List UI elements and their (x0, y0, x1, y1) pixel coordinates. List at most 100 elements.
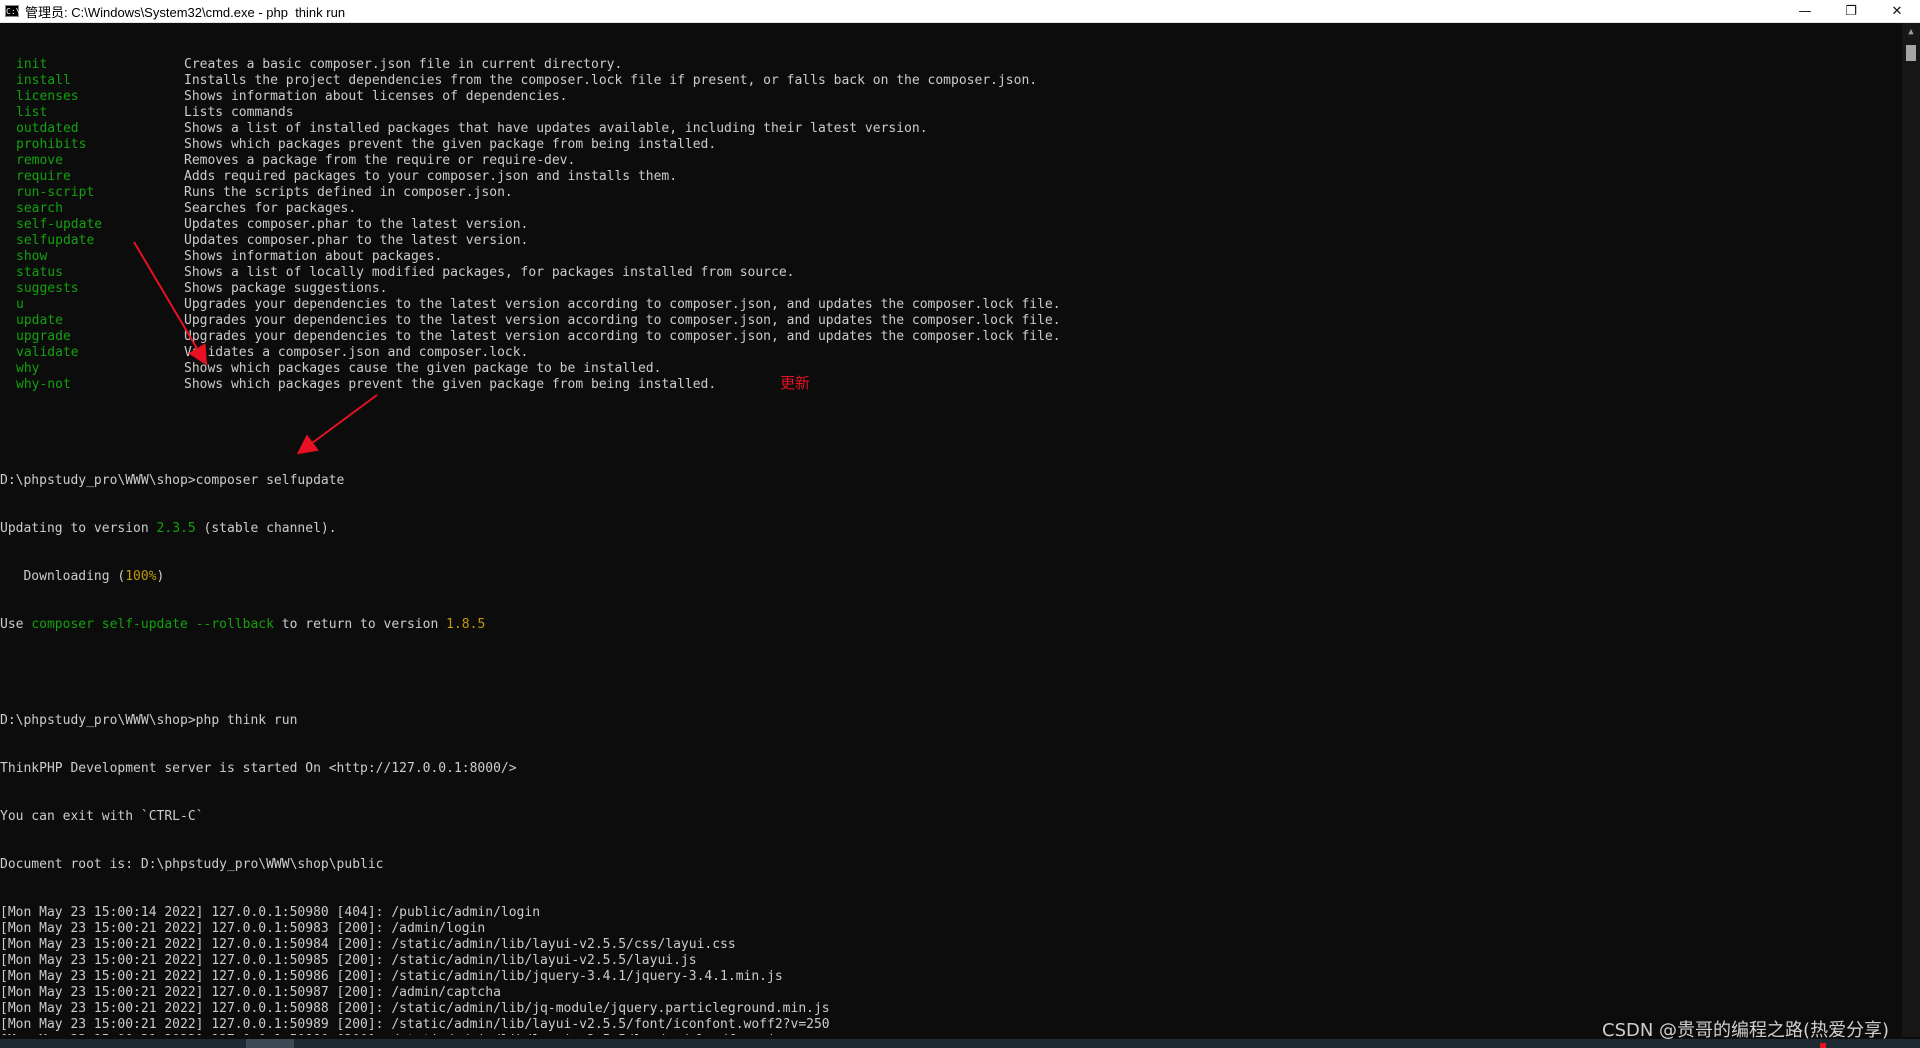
exit-hint-line: You can exit with `CTRL-C` (0, 809, 204, 824)
command-row: why Shows which packages cause the given … (0, 361, 1902, 377)
scrollbar-thumb[interactable] (1906, 45, 1916, 61)
taskbar-edge (0, 1039, 1920, 1048)
command-description: Shows package suggestions. (184, 281, 388, 296)
command-row: show Shows information about packages. (0, 249, 1902, 265)
downloading-prefix: Downloading ( (0, 569, 126, 584)
command-description: Lists commands (184, 105, 294, 120)
download-percent: 100% (125, 569, 157, 584)
command-name: upgrade (16, 329, 71, 344)
command-name: why-not (16, 377, 71, 392)
command-row: outdated Shows a list of installed packag… (0, 121, 1902, 137)
command-description: Validates a composer.json and composer.l… (184, 345, 529, 360)
scroll-up-arrow-icon[interactable]: ▲ (1902, 23, 1920, 41)
updating-line: Updating to version 2.3.5 (stable channe… (0, 521, 1902, 537)
rollback-hint-line: Use composer self-update --rollback to r… (0, 617, 1902, 633)
command-row: selfupdate Updates composer.phar to the l… (0, 233, 1902, 249)
command-name: install (16, 73, 71, 88)
command-description: Updates composer.phar to the latest vers… (184, 217, 529, 232)
downloading-line: Downloading (100%) (0, 569, 1902, 585)
command-description: Upgrades your dependencies to the latest… (184, 313, 1061, 328)
rollback-command: composer self-update --rollback (31, 617, 274, 632)
command-row: why-not Shows which packages prevent the … (0, 377, 1902, 393)
command-description: Creates a basic composer.json file in cu… (184, 57, 623, 72)
command-row: validate Validates a composer.json and co… (0, 345, 1902, 361)
command-row: status Shows a list of locally modified p… (0, 265, 1902, 281)
command-name: u (16, 297, 24, 312)
command-row: init Creates a basic composer.json file i… (0, 57, 1902, 73)
command-name: suggests (16, 281, 79, 296)
notification-dot (1820, 1043, 1826, 1048)
command-row: list Lists commands (0, 105, 1902, 121)
server-started-line: ThinkPHP Development server is started O… (0, 761, 517, 776)
command-description: Shows which packages cause the given pac… (184, 361, 662, 376)
command-description: Upgrades your dependencies to the latest… (184, 297, 1061, 312)
close-button[interactable]: ✕ (1874, 0, 1920, 22)
composer-command-list: init Creates a basic composer.json file i… (0, 57, 1902, 393)
log-line: [Mon May 23 15:00:21 2022] 127.0.0.1:509… (0, 969, 783, 984)
command-name: show (16, 249, 48, 264)
command-description: Updates composer.phar to the latest vers… (184, 233, 529, 248)
annotation-note: 更新 (780, 374, 811, 392)
command-description: Runs the scripts defined in composer.jso… (184, 185, 513, 200)
downloading-suffix: ) (156, 569, 165, 584)
log-line: [Mon May 23 15:00:14 2022] 127.0.0.1:509… (0, 905, 541, 920)
command-name: run-script (16, 185, 95, 200)
command-row: run-script Runs the scripts defined in co… (0, 185, 1902, 201)
command-name: selfupdate (16, 233, 95, 248)
command-name: status (16, 265, 63, 280)
terminal-output[interactable]: init Creates a basic composer.json file i… (0, 25, 1902, 1035)
new-version: 2.3.5 (156, 521, 196, 536)
command-name: update (16, 313, 63, 328)
restore-button[interactable]: ❐ (1828, 0, 1874, 22)
command-row: update Upgrades your dependencies to the … (0, 313, 1902, 329)
vertical-scrollbar[interactable]: ▲ (1902, 23, 1920, 1037)
command-row: self-update Updates composer.phar to the … (0, 217, 1902, 233)
window-controls: — ❐ ✕ (1782, 0, 1920, 22)
command-row: remove Removes a package from the require… (0, 153, 1902, 169)
command-row: require Adds required packages to your co… (0, 169, 1902, 185)
command-name: validate (16, 345, 79, 360)
command-row: u Upgrades your dependencies to the lates… (0, 297, 1902, 313)
command-description: Shows a list of locally modified package… (184, 265, 795, 280)
old-version: 1.8.5 (446, 617, 486, 632)
taskbar-active-app[interactable] (246, 1039, 294, 1048)
command-name: remove (16, 153, 63, 168)
command-row: upgrade Upgrades your dependencies to the… (0, 329, 1902, 345)
command-name: list (16, 105, 48, 120)
command-description: Searches for packages. (184, 201, 357, 216)
command-row: prohibits Shows which packages prevent th… (0, 137, 1902, 153)
command-description: Removes a package from the require or re… (184, 153, 576, 168)
updating-prefix: Updating to version (0, 521, 157, 536)
updating-suffix: (stable channel). (195, 521, 337, 536)
command-row: search Searches for packages. (0, 201, 1902, 217)
command-name: require (16, 169, 71, 184)
log-line: [Mon May 23 15:00:21 2022] 127.0.0.1:509… (0, 985, 501, 1000)
log-line: [Mon May 23 15:00:21 2022] 127.0.0.1:509… (0, 953, 697, 968)
command-name: outdated (16, 121, 79, 136)
command-description: Shows which packages prevent the given p… (184, 137, 717, 152)
use-middle: to return to version (273, 617, 447, 632)
command-row: licenses Shows information about licenses… (0, 89, 1902, 105)
prompt-selfupdate: D:\phpstudy_pro\WWW\shop>composer selfup… (0, 473, 345, 488)
command-description: Shows information about licenses of depe… (184, 89, 568, 104)
command-name: self-update (16, 217, 103, 232)
minimize-button[interactable]: — (1782, 0, 1828, 22)
command-description: Adds required packages to your composer.… (184, 169, 678, 184)
log-line: [Mon May 23 15:00:21 2022] 127.0.0.1:509… (0, 1001, 830, 1016)
command-row: install Installs the project dependencies… (0, 73, 1902, 89)
docroot-line: Document root is: D:\phpstudy_pro\WWW\sh… (0, 857, 384, 872)
command-description: Shows a list of installed packages that … (184, 121, 928, 136)
command-name: licenses (16, 89, 79, 104)
use-prefix: Use (0, 617, 32, 632)
cmd-app-icon[interactable]: C:\ (5, 5, 20, 17)
command-description: Shows information about packages. (184, 249, 443, 264)
window-title: 管理员: C:\Windows\System32\cmd.exe - php t… (25, 4, 346, 20)
log-line: [Mon May 23 15:00:21 2022] 127.0.0.1:509… (0, 921, 486, 936)
command-name: prohibits (16, 137, 87, 152)
prompt-think-run: D:\phpstudy_pro\WWW\shop>php think run (0, 713, 298, 728)
command-name: search (16, 201, 63, 216)
command-description: Installs the project dependencies from t… (184, 73, 1038, 88)
title-bar[interactable]: C:\ 管理员: C:\Windows\System32\cmd.exe - p… (0, 0, 1920, 23)
